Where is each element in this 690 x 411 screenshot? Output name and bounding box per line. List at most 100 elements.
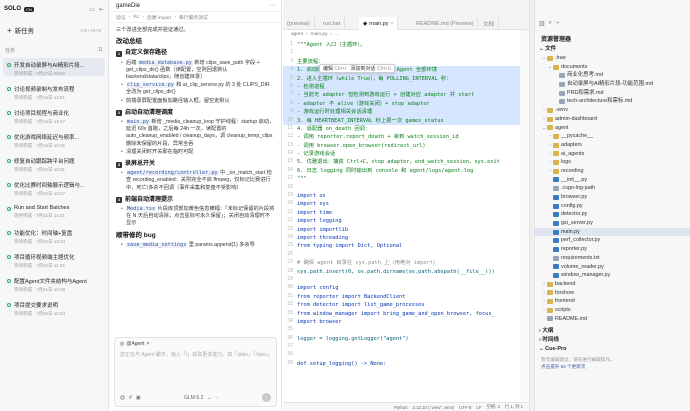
chevron-down-icon[interactable]: ⌄ bbox=[207, 395, 211, 401]
cue-section[interactable]: ⌄ Cue-Pro bbox=[535, 345, 690, 354]
task-item[interactable]: 优化游戏网络延迟与频率... 等待完成 · 7月24日 10:45 bbox=[3, 130, 105, 148]
task-item[interactable]: 项目提交要求说明 等待完成 · 7月20日 10:43 bbox=[3, 298, 105, 316]
task-item[interactable]: 项目循环视频端主题优化 等待完成 · 7月22日 11:43 bbox=[3, 250, 105, 268]
status-item[interactable]: UTF-8 bbox=[459, 405, 471, 410]
search-icon[interactable]: ⌕ bbox=[549, 20, 552, 27]
tree-file[interactable]: detector.py bbox=[535, 210, 690, 219]
timeline-section[interactable]: › 时间线 bbox=[535, 336, 690, 345]
tree-file[interactable]: perf_collector.py bbox=[535, 236, 690, 245]
minimap[interactable] bbox=[520, 30, 529, 400]
agent-tag[interactable]: ◎ @Agent × bbox=[120, 341, 149, 347]
status-item[interactable]: 行 1, 列 1 bbox=[505, 404, 523, 410]
image-icon[interactable]: ▣ bbox=[136, 395, 141, 401]
editor-tab[interactable]: ◆ main.py × bbox=[359, 17, 399, 30]
status-item[interactable]: Python bbox=[394, 405, 407, 410]
tree-folder[interactable]: › .venv bbox=[535, 106, 690, 115]
tree-file[interactable]: tech-architecture和需标.md bbox=[535, 97, 690, 106]
tree-file[interactable]: __init__.py bbox=[535, 176, 690, 185]
tree-folder[interactable]: › backend bbox=[535, 280, 690, 289]
code-text: from reporter import BackendClient bbox=[297, 293, 406, 300]
task-item[interactable]: 讨论项目规程与商业化 等待完成 · 7月24日 14:47 bbox=[3, 106, 105, 124]
tree-folder[interactable]: › adapters bbox=[535, 141, 690, 150]
editor-tab[interactable]: run.bat bbox=[319, 17, 346, 30]
cue-link[interactable]: 点击提升 60 个更新次 bbox=[541, 363, 684, 370]
add-to-chat-button[interactable]: 添加到对话 Ctrl+U bbox=[351, 65, 392, 72]
edit-popup-button[interactable]: 编辑 Ctrl+I bbox=[323, 65, 347, 72]
folder-icon bbox=[553, 134, 559, 140]
send-button[interactable]: ↑ bbox=[261, 393, 271, 402]
mic-icon[interactable]: ◌ bbox=[216, 395, 219, 401]
tree-folder[interactable]: › admin-dashboard bbox=[535, 115, 690, 124]
task-item[interactable]: 讨论视频录制与发布流程 等待完成 · 7月24日 14:51 bbox=[3, 82, 105, 100]
task-title: 讨论视频录制与发布流程 bbox=[14, 87, 75, 93]
editor-crumb-item[interactable]: agent bbox=[291, 32, 303, 37]
more-icon[interactable]: ⋯ bbox=[269, 2, 275, 9]
tree-file[interactable]: browser.py bbox=[535, 193, 690, 202]
tree-folder[interactable]: ⌄ documents bbox=[535, 63, 690, 72]
tree-folder[interactable]: ⌄ .trae bbox=[535, 54, 690, 63]
tree-file[interactable]: 商业化思考.md bbox=[535, 71, 690, 80]
tree-folder[interactable]: › logs bbox=[535, 158, 690, 167]
tree-folder[interactable]: › ai_agents bbox=[535, 150, 690, 159]
task-item[interactable]: 修复自动跟踪跨平台问题 等待完成 · 7月22日 10:31 bbox=[3, 154, 105, 172]
task-status: 等待完成 · 7月20日 10:43 bbox=[14, 311, 66, 316]
editor-tab[interactable]: README.md (Preview) bbox=[412, 17, 479, 30]
tree-folder[interactable]: › frontend bbox=[535, 297, 690, 306]
chat-crumb-item[interactable]: fsc bbox=[133, 15, 139, 20]
tree-file[interactable]: PRD和需求.md bbox=[535, 89, 690, 98]
editor-crumb-item[interactable]: ... bbox=[335, 32, 339, 37]
task-item[interactable]: Run and Start Batches 等待完成 · 7月22日 14:41 bbox=[3, 202, 105, 220]
task-item[interactable]: 开发自动录屏与AI精彩片段... 等待完成 · 7月27日 09:59 bbox=[3, 58, 105, 76]
collapse-icon[interactable]: ⇤ bbox=[99, 6, 104, 13]
editor-tab[interactable]: 文档 bbox=[479, 17, 500, 30]
plus-icon: + bbox=[7, 25, 12, 35]
at-icon[interactable]: @ bbox=[120, 395, 125, 401]
tree-file[interactable]: config.py bbox=[535, 202, 690, 211]
tree-folder[interactable]: › forshow bbox=[535, 289, 690, 298]
chat-crumb-item[interactable]: 后端 import bbox=[147, 14, 171, 21]
model-selector[interactable]: GLM-5.2 bbox=[184, 395, 203, 401]
tree-file[interactable]: window_manager.py bbox=[535, 271, 690, 280]
tree-file[interactable]: main.py bbox=[535, 227, 690, 237]
tree-label: agent bbox=[555, 124, 569, 131]
tree-label: documents bbox=[561, 63, 588, 70]
split-icon[interactable]: ▥ bbox=[539, 20, 545, 27]
tree-folder[interactable]: › scripts bbox=[535, 306, 690, 315]
close-icon[interactable]: × bbox=[147, 341, 150, 347]
close-icon[interactable]: × bbox=[391, 21, 394, 27]
tree-file[interactable]: .csgo-log-path bbox=[535, 184, 690, 193]
status-item[interactable]: 空格: 4 bbox=[486, 404, 499, 410]
chat-input-placeholder[interactable]: 您正在与 Agent 聊天。输入「/」获取更多能力。如「/plan」「/spec… bbox=[120, 352, 273, 359]
layout-icon[interactable]: ▭ bbox=[89, 6, 95, 13]
chat-input-box[interactable]: ◎ @Agent × 您正在与 Agent 聊天。输入「/」获取更多能力。如「/pl… bbox=[114, 337, 277, 407]
tree-file[interactable]: gsi_server.py bbox=[535, 219, 690, 228]
editor-crumb-item[interactable]: main.py bbox=[311, 32, 328, 37]
new-task-button[interactable]: + 新任务 Ctrl+Alt+N bbox=[4, 23, 104, 37]
status-item[interactable]: LF bbox=[476, 405, 481, 410]
code-area[interactable]: 1"""Agent 入口（主循环）。23主要流程：41. 启动时初始化 sys_… bbox=[283, 39, 529, 368]
hash-icon[interactable]: # bbox=[129, 395, 132, 401]
task-item[interactable]: 功能优化：时间轴+复盘 等待完成 · 7月22日 13:34 bbox=[3, 226, 105, 244]
status-item[interactable]: 3.12.10 ('.venv': venv) bbox=[412, 405, 454, 410]
files-section[interactable]: ⌄ 文件 bbox=[535, 45, 690, 54]
tree-file[interactable]: requirements.txt bbox=[535, 254, 690, 263]
tab-label: (preview) bbox=[287, 20, 310, 27]
tree-file[interactable]: 自动录屏与AI精彩片段-功能范围.md bbox=[535, 80, 690, 89]
step-heading: 3 录屏总开关 bbox=[116, 161, 275, 168]
status-dot-icon bbox=[7, 135, 11, 139]
step-title: 自定义保存路径 bbox=[125, 50, 168, 57]
tree-folder[interactable]: › recording bbox=[535, 167, 690, 176]
chat-crumb-item[interactable]: 串行服务测试 bbox=[179, 14, 208, 21]
chat-crumb-item[interactable]: 验证 bbox=[116, 14, 126, 21]
task-title: 优化比赛时间轴展示逻辑与... bbox=[14, 183, 85, 189]
tree-folder[interactable]: ⌄ agent bbox=[535, 124, 690, 133]
tree-folder[interactable]: › __pycache__ bbox=[535, 132, 690, 141]
task-item[interactable]: 优化比赛时间轴展示逻辑与... 等待完成 · 7月22日 10:27 bbox=[3, 178, 105, 196]
editor-tab[interactable]: (preview) bbox=[283, 17, 315, 30]
tree-file[interactable]: reporter.py bbox=[535, 245, 690, 254]
branch-icon[interactable]: ⑂ bbox=[556, 21, 560, 27]
outline-section[interactable]: › 大纲 bbox=[535, 327, 690, 336]
tree-file[interactable]: volume_reader.py bbox=[535, 263, 690, 272]
task-item[interactable]: 配置Agent文件夹结构与Agent 等待完成 · 7月21日 10:48 bbox=[3, 274, 105, 292]
tree-file[interactable]: README.md bbox=[535, 315, 690, 324]
